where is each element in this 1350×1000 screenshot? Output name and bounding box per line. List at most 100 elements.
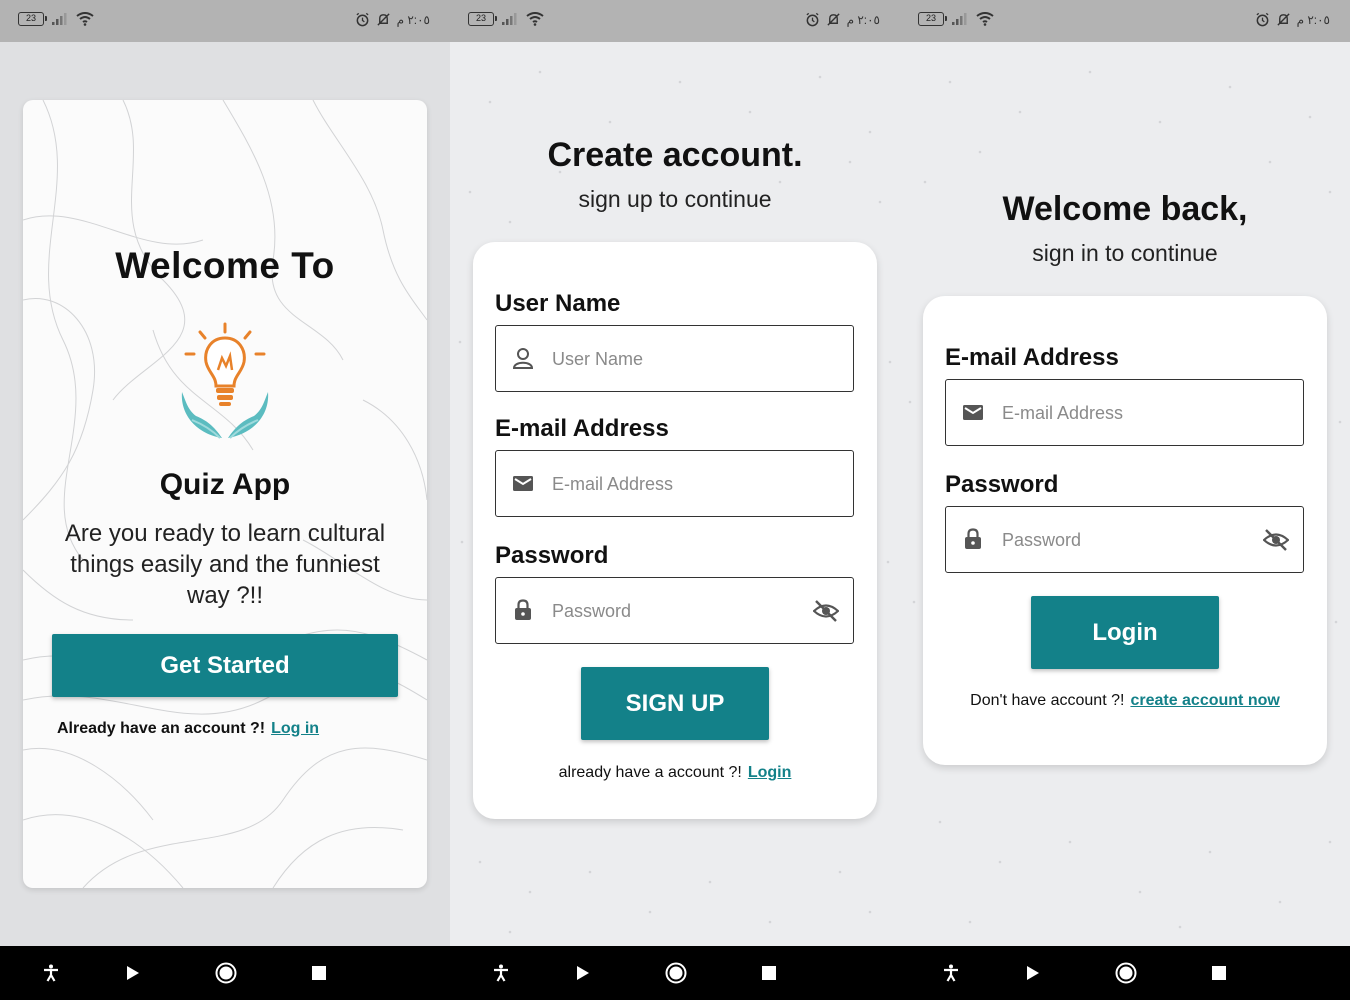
mail-icon xyxy=(963,405,983,420)
battery-icon: 23 xyxy=(468,12,497,26)
recents-icon xyxy=(1212,966,1226,980)
nav-bar xyxy=(0,946,450,1000)
no-account-text: Don't have account ?! xyxy=(970,692,1125,709)
clock-text: ٢:٠٥ م xyxy=(396,12,430,27)
accessibility-icon xyxy=(494,964,508,982)
lock-icon xyxy=(965,528,981,549)
login-link[interactable]: Login xyxy=(748,764,792,781)
home-icon xyxy=(1115,962,1137,984)
password-input[interactable] xyxy=(550,578,794,644)
welcome-card: Welcome To Quiz App Are you ready to lea… xyxy=(23,100,427,888)
bell-off-icon xyxy=(826,13,840,26)
eye-off-icon[interactable] xyxy=(813,599,839,623)
play-button[interactable] xyxy=(119,959,147,987)
eye-off-icon[interactable] xyxy=(1263,528,1289,552)
nav-bar xyxy=(450,946,900,1000)
battery-icon: 23 xyxy=(18,12,47,26)
wifi-icon xyxy=(76,12,94,26)
alarm-icon xyxy=(356,12,369,27)
signal-icon xyxy=(502,13,517,25)
accessibility-button[interactable] xyxy=(487,959,515,987)
username-field[interactable] xyxy=(495,325,854,392)
create-account-link[interactable]: create account now xyxy=(1130,692,1279,709)
bell-off-icon xyxy=(376,13,390,26)
recents-button[interactable] xyxy=(755,959,783,987)
password-label: Password xyxy=(495,542,609,569)
signup-button[interactable]: SIGN UP xyxy=(581,667,769,740)
battery-level: 23 xyxy=(925,13,936,23)
email-field[interactable] xyxy=(495,450,854,517)
clock-text: ٢:٠٥ م xyxy=(846,12,880,27)
home-button[interactable] xyxy=(212,959,240,987)
home-button[interactable] xyxy=(662,959,690,987)
play-button[interactable] xyxy=(1019,959,1047,987)
signup-title: Create account. xyxy=(547,136,803,174)
password-input[interactable] xyxy=(1000,507,1244,573)
already-account-text: Already have an account ?! xyxy=(57,720,266,737)
already-account-line: Already have an account ?! Log in xyxy=(57,720,319,738)
email-label: E-mail Address xyxy=(495,415,669,442)
password-field[interactable] xyxy=(945,506,1304,573)
no-account-line: Don't have account ?! create account now xyxy=(923,692,1327,710)
battery-level: 23 xyxy=(25,13,36,23)
email-input[interactable] xyxy=(550,451,794,517)
wifi-icon xyxy=(976,12,994,26)
user-icon xyxy=(512,348,534,369)
login-subtitle: sign in to continue xyxy=(1032,240,1218,266)
already-account-text: already have a account ?! xyxy=(558,764,742,781)
play-icon xyxy=(1027,966,1039,980)
login-title: Welcome back, xyxy=(1002,190,1248,228)
username-input[interactable] xyxy=(550,326,794,392)
app-name: Quiz App xyxy=(159,468,291,501)
login-button[interactable]: Login xyxy=(1031,596,1219,669)
bulb-icon xyxy=(181,322,269,439)
home-icon xyxy=(215,962,237,984)
screens-row: 23 ٢:٠٥ م Welcome To Quiz App Are you re… xyxy=(0,0,1350,1000)
recents-button[interactable] xyxy=(305,959,333,987)
signal-icon xyxy=(52,13,67,25)
welcome-screen: 23 ٢:٠٥ م Welcome To Quiz App Are you re… xyxy=(0,0,450,1000)
wifi-icon xyxy=(526,12,544,26)
signal-icon xyxy=(952,13,967,25)
accessibility-button[interactable] xyxy=(37,959,65,987)
email-label: E-mail Address xyxy=(945,344,1119,371)
status-bar: 23 ٢:٠٥ م xyxy=(0,0,450,42)
alarm-icon xyxy=(806,12,819,27)
signup-subtitle: sign up to continue xyxy=(578,186,772,212)
recents-icon xyxy=(762,966,776,980)
clock-text: ٢:٠٥ م xyxy=(1296,12,1330,27)
username-label: User Name xyxy=(495,290,621,317)
login-screen: 23 ٢:٠٥ م Welcome back, sign in to conti… xyxy=(900,0,1350,1000)
accessibility-icon xyxy=(944,964,958,982)
alarm-icon xyxy=(1256,12,1269,27)
accessibility-icon xyxy=(44,964,58,982)
recents-icon xyxy=(312,966,326,980)
password-label: Password xyxy=(945,471,1059,498)
nav-bar xyxy=(900,946,1350,1000)
password-field[interactable] xyxy=(495,577,854,644)
play-button[interactable] xyxy=(569,959,597,987)
bell-off-icon xyxy=(1276,13,1290,26)
login-form-card: E-mail Address Password Login Don't have… xyxy=(923,296,1327,765)
get-started-button[interactable]: Get Started xyxy=(52,634,398,697)
signup-form-card: User Name E-mail Address Password SIGN U… xyxy=(473,242,877,819)
login-link[interactable]: Log in xyxy=(271,720,319,737)
welcome-tagline: Are you ready to learn cultural things e… xyxy=(64,520,386,609)
mail-icon xyxy=(513,476,533,491)
welcome-title: Welcome To xyxy=(115,245,335,286)
home-button[interactable] xyxy=(1112,959,1140,987)
email-input[interactable] xyxy=(1000,380,1244,446)
recents-button[interactable] xyxy=(1205,959,1233,987)
battery-icon: 23 xyxy=(918,12,947,26)
play-icon xyxy=(577,966,589,980)
accessibility-button[interactable] xyxy=(937,959,965,987)
play-icon xyxy=(127,966,139,980)
status-bar: 23 ٢:٠٥ م xyxy=(450,0,900,42)
status-bar: 23 ٢:٠٥ م xyxy=(900,0,1350,42)
battery-level: 23 xyxy=(475,13,486,23)
already-account-line: already have a account ?! Login xyxy=(473,764,877,782)
signup-screen: 23 ٢:٠٥ م Create account. sign up to con… xyxy=(450,0,900,1000)
email-field[interactable] xyxy=(945,379,1304,446)
home-icon xyxy=(665,962,687,984)
lock-icon xyxy=(515,599,531,620)
